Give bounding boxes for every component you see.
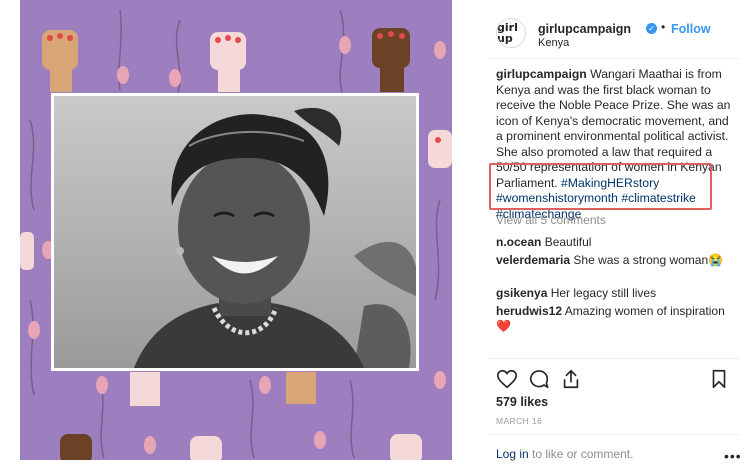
- portrait-photo-frame: [51, 93, 419, 371]
- post-image[interactable]: [20, 0, 452, 460]
- caption-username[interactable]: girlupcampaign: [496, 67, 587, 81]
- more-options-icon[interactable]: •••: [724, 448, 740, 464]
- like-count[interactable]: 579 likes: [496, 395, 548, 409]
- portrait-photo: [54, 96, 416, 368]
- portrait-illustration: [134, 107, 416, 368]
- bookmark-icon[interactable]: [708, 368, 730, 390]
- view-all-comments-link[interactable]: View all 5 comments: [496, 213, 606, 227]
- share-icon[interactable]: [560, 368, 582, 390]
- fist-illustration: [20, 232, 34, 270]
- footer-divider: [488, 434, 740, 435]
- heart-emoji: ❤️: [496, 319, 511, 333]
- post-caption: girlupcampaign Wangari Maathai is from K…: [496, 67, 732, 222]
- comment-item: n.ocean Beautiful: [496, 235, 736, 250]
- comment-text: Amazing women of inspiration: [564, 304, 725, 318]
- post-actions: [496, 368, 732, 392]
- fist-illustration: [428, 130, 452, 168]
- header-divider: [488, 58, 740, 59]
- hashtag-link[interactable]: #climatestrike: [621, 191, 696, 205]
- fist-illustration: [42, 30, 78, 92]
- fist-illustration: [372, 28, 410, 92]
- post-header: girl up girlupcampaign ✓ • Follow Kenya: [496, 8, 736, 54]
- post-date: MARCH 16: [496, 416, 543, 426]
- post-sidebar: girl up girlupcampaign ✓ • Follow Kenya …: [452, 0, 740, 472]
- comment-bubble-icon[interactable]: [528, 368, 550, 390]
- account-username[interactable]: girlupcampaign: [538, 22, 631, 36]
- comment-username[interactable]: herudwis12: [496, 304, 562, 318]
- post-location[interactable]: Kenya: [538, 37, 569, 49]
- crying-emoji: 😭: [708, 253, 724, 267]
- verified-badge-icon: ✓: [646, 23, 657, 34]
- comment-item: herudwis12 Amazing women of inspiration …: [496, 304, 736, 334]
- comment-username[interactable]: velerdemaria: [496, 253, 570, 267]
- follow-button[interactable]: Follow: [671, 22, 711, 36]
- separator-dot: •: [661, 20, 666, 34]
- caption-text: Wangari Maathai is from Kenya and was th…: [496, 67, 731, 190]
- account-avatar[interactable]: girl up: [496, 18, 526, 48]
- login-prompt: Log in to like or comment.: [496, 447, 633, 461]
- comment-item: gsikenya Her legacy still lives: [496, 286, 736, 301]
- comment-username[interactable]: gsikenya: [496, 286, 547, 300]
- comment-text: She was a strong woman: [573, 253, 709, 267]
- comment-username[interactable]: n.ocean: [496, 235, 541, 249]
- heart-icon[interactable]: [496, 368, 518, 390]
- comment-text: Beautiful: [544, 235, 592, 249]
- comment-text: Her legacy still lives: [550, 286, 657, 300]
- login-prompt-text: to like or comment.: [532, 447, 634, 461]
- actions-divider: [488, 358, 740, 359]
- hashtag-link[interactable]: #womenshistorymonth: [496, 191, 618, 205]
- fist-illustration: [60, 372, 422, 460]
- login-link[interactable]: Log in: [496, 447, 529, 461]
- comment-item: velerdemaria She was a strong woman😭: [496, 253, 736, 268]
- fist-illustration: [210, 32, 246, 92]
- hashtag-link[interactable]: #MakingHERstory: [561, 176, 659, 190]
- avatar-logo-text: girl up: [497, 21, 518, 45]
